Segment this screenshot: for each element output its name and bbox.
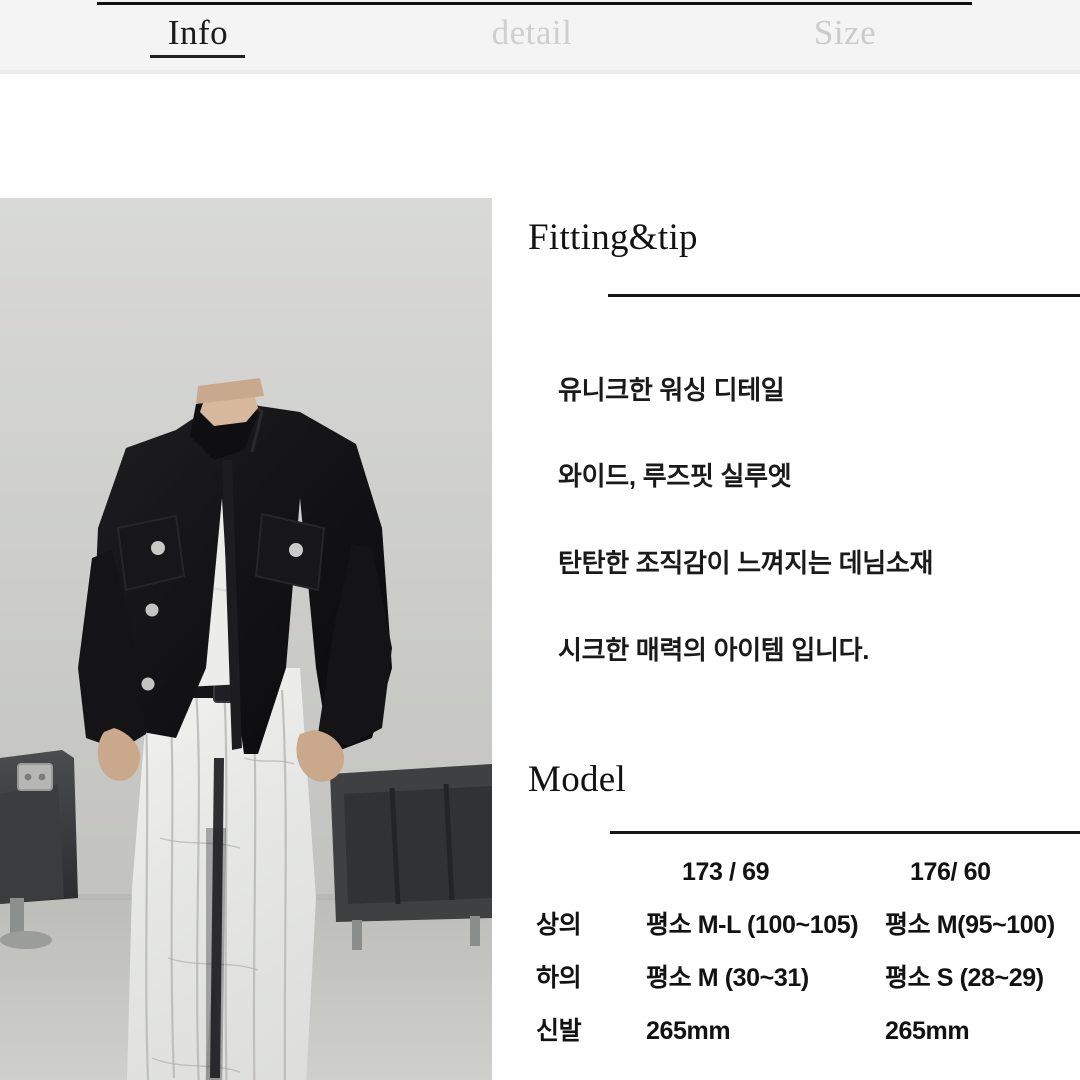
row-model-b: 평소 S (28~29) — [885, 964, 1044, 992]
fitting-tip-line: 와이드, 루즈핏 실루엣 — [558, 461, 792, 491]
model-photo-illustration — [0, 198, 492, 1080]
row-label: 상의 — [536, 911, 582, 939]
model-table-divider — [610, 831, 1080, 834]
fitting-tip-line: 유니크한 워싱 디테일 — [558, 375, 785, 405]
product-info-panel: Fitting&tip 유니크한 워싱 디테일 와이드, 루즈핏 실루엣 탄탄한… — [492, 198, 1080, 1080]
tab-bar: Info detail Size — [0, 0, 1080, 74]
row-label: 신발 — [536, 1017, 582, 1045]
tab-bar-bottom-divider — [0, 70, 1080, 74]
tab-info[interactable]: Info — [120, 9, 276, 57]
tab-bar-top-divider — [97, 2, 972, 5]
fitting-tip-divider — [608, 294, 1080, 297]
model-b-header: 176/ 60 — [910, 858, 991, 886]
table-row: 하의 평소 M (30~31) 평소 S (28~29) — [492, 952, 1080, 1005]
fitting-tip-line: 탄탄한 조직감이 느껴지는 데님소재 — [558, 548, 934, 578]
table-row: 상의 평소 M-L (100~105) 평소 M(95~100) — [492, 899, 1080, 952]
row-model-b: 265mm — [885, 1017, 970, 1045]
model-size-table: 173 / 69 176/ 60 상의 평소 M-L (100~105) 평소 … — [492, 846, 1080, 1058]
model-heading: Model — [528, 759, 627, 800]
fitting-tip-line: 시크한 매력의 아이템 입니다. — [558, 635, 870, 665]
tab-detail[interactable]: detail — [432, 9, 632, 57]
model-product-photo — [0, 198, 492, 1080]
table-header-row: 173 / 69 176/ 60 — [492, 846, 1080, 899]
row-label: 하의 — [536, 964, 582, 992]
fitting-tip-heading: Fitting&tip — [528, 217, 698, 258]
row-model-b: 평소 M(95~100) — [885, 911, 1055, 939]
row-model-a: 평소 M (30~31) — [646, 964, 809, 992]
row-model-a: 평소 M-L (100~105) — [646, 911, 859, 939]
tab-size[interactable]: Size — [750, 9, 940, 57]
model-a-header: 173 / 69 — [682, 858, 770, 886]
table-row: 신발 265mm 265mm — [492, 1005, 1080, 1058]
tab-info-active-underline — [150, 55, 245, 58]
row-model-a: 265mm — [646, 1017, 731, 1045]
